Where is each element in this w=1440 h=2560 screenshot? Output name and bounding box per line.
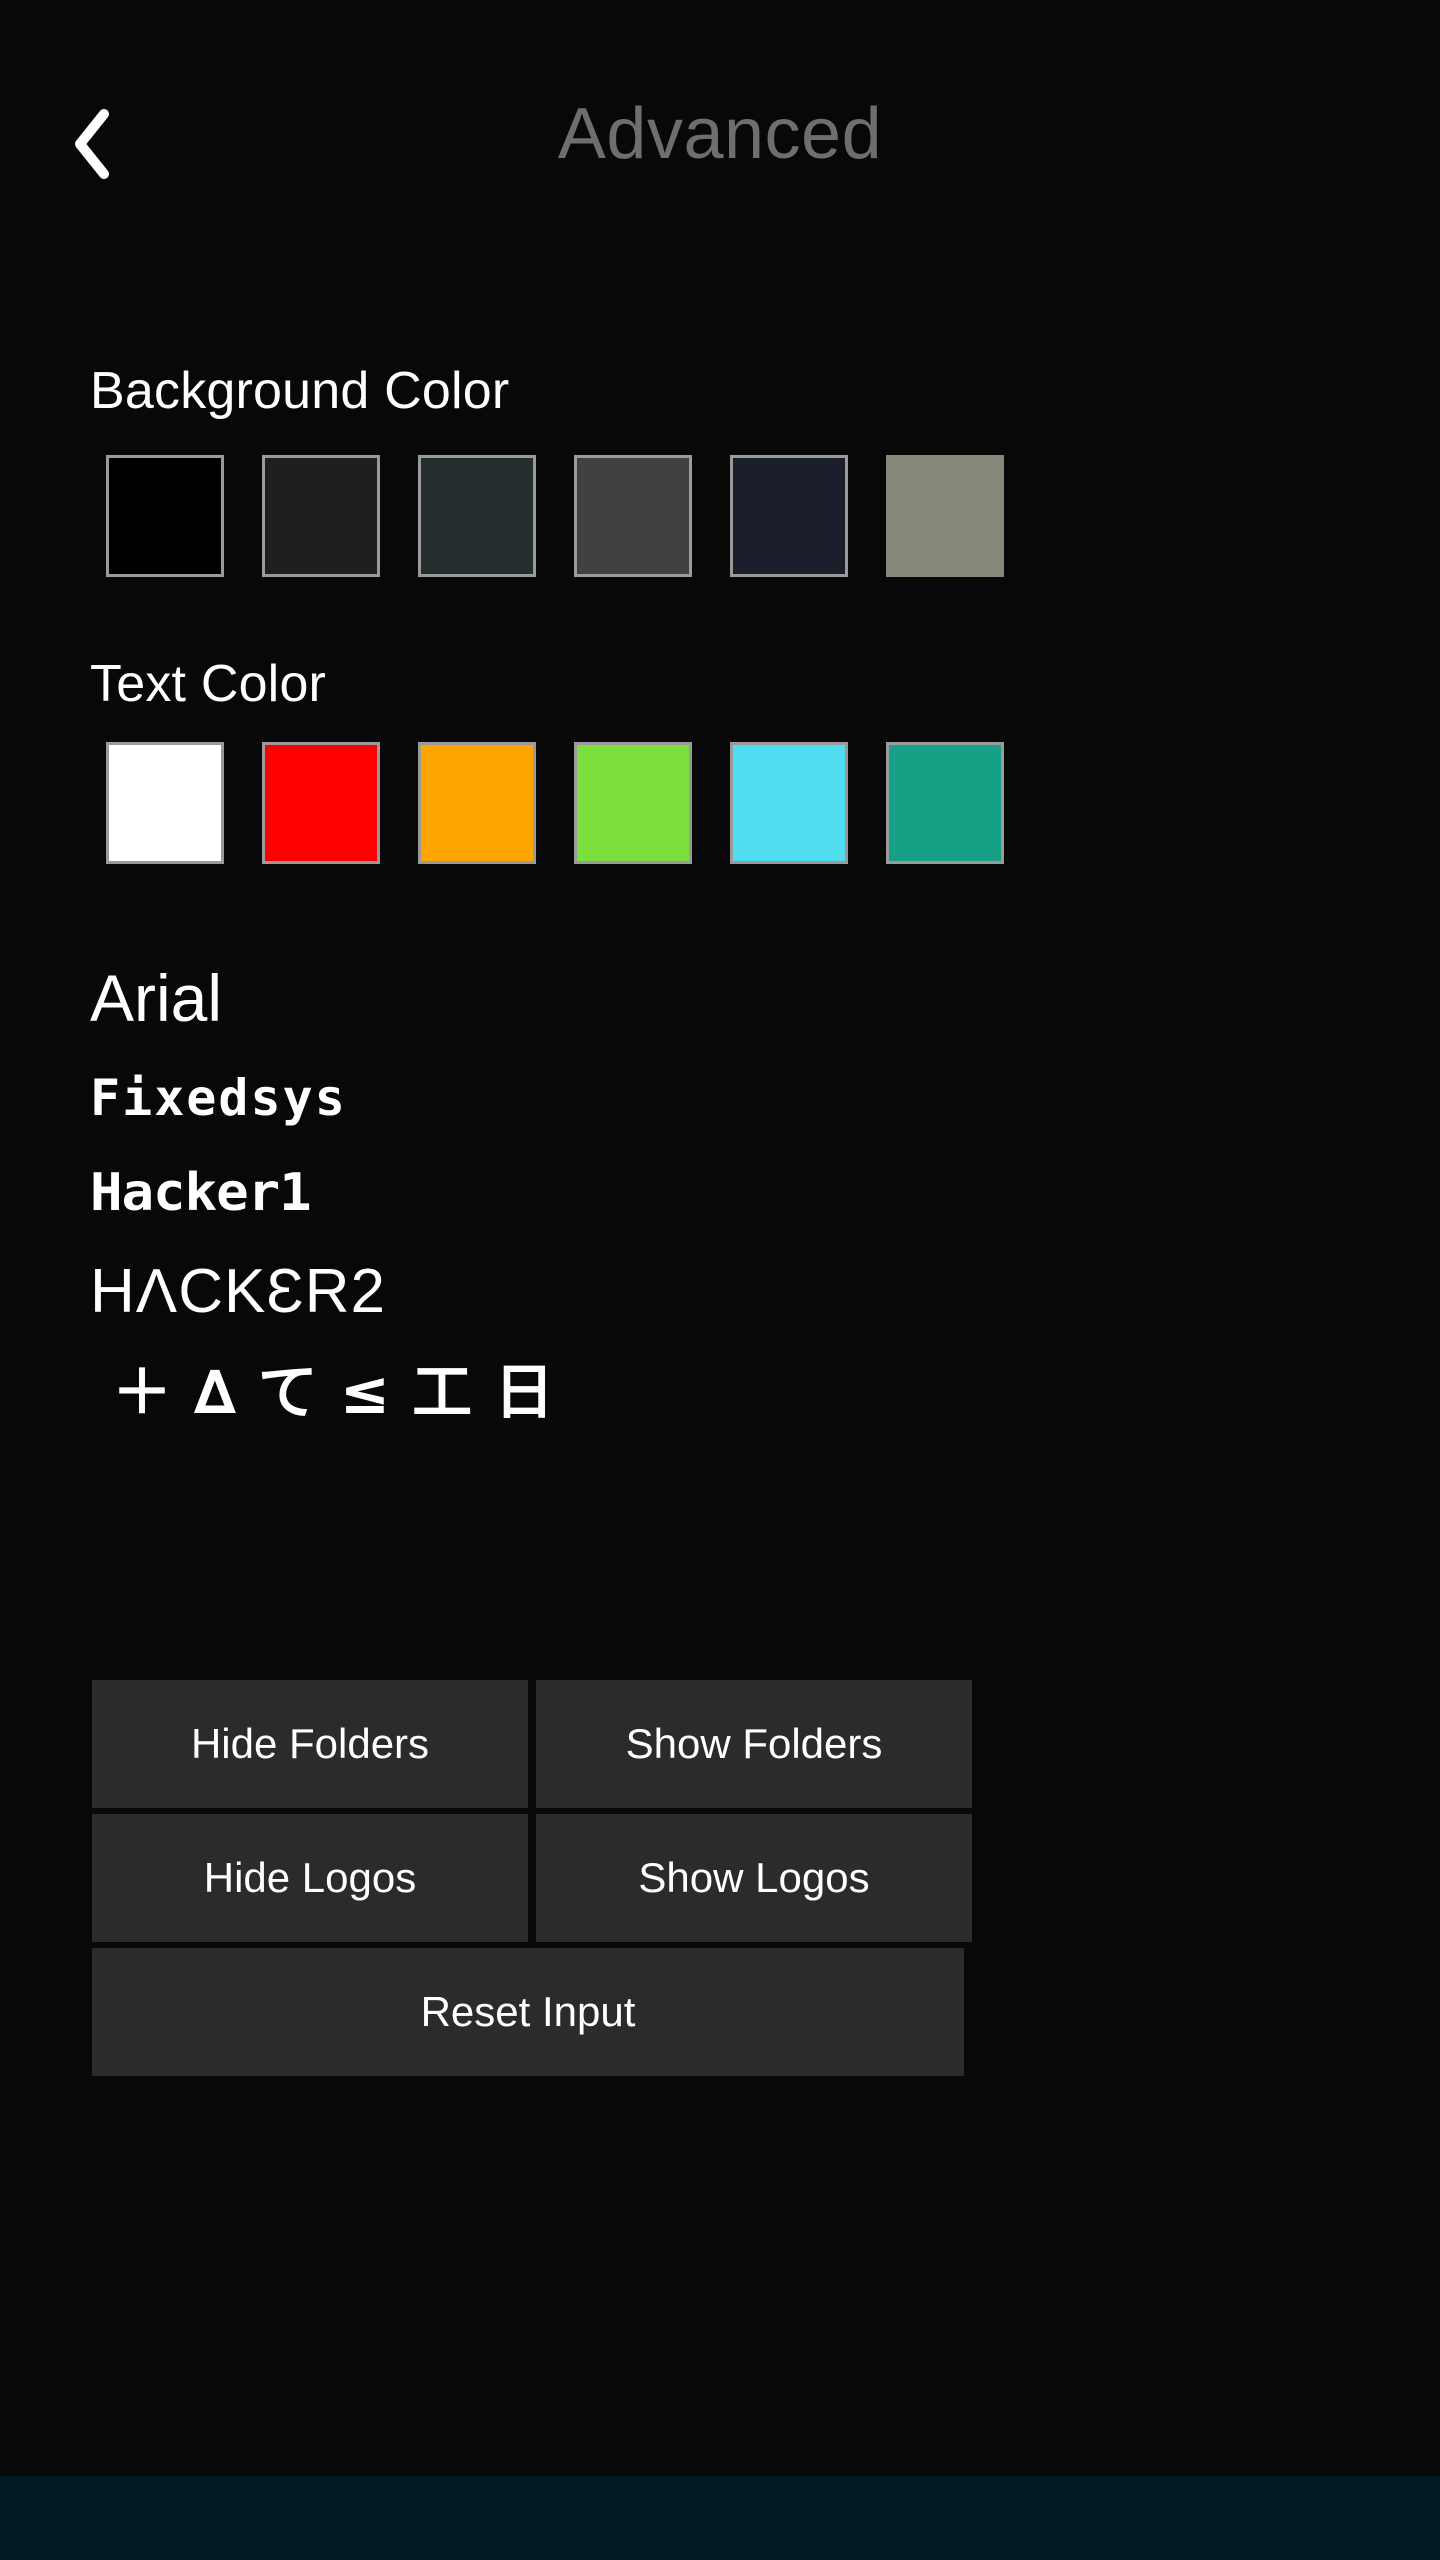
bg-swatch-dark-gray[interactable] <box>262 455 380 577</box>
show-folders-button[interactable]: Show Folders <box>536 1680 972 1808</box>
text-color-swatch-row <box>106 742 1004 864</box>
bg-swatch-black[interactable] <box>106 455 224 577</box>
font-sample-list: Arial Fixedsys Hacker1 HΛCKƐR2 ＋∆て≤工日 <box>90 965 1190 1423</box>
action-button-grid: Hide Folders Show Folders Hide Logos Sho… <box>92 1680 972 2076</box>
font-option-hacker2[interactable]: HΛCKƐR2 <box>90 1261 1190 1323</box>
bg-swatch-dark-slate[interactable] <box>418 455 536 577</box>
show-logos-button[interactable]: Show Logos <box>536 1814 972 1942</box>
font-option-fixedsys[interactable]: Fixedsys <box>90 1073 1190 1123</box>
hide-logos-button[interactable]: Hide Logos <box>92 1814 528 1942</box>
reset-input-button[interactable]: Reset Input <box>92 1948 964 2076</box>
header-bar: Advanced <box>0 0 1440 300</box>
text-swatch-teal[interactable] <box>886 742 1004 864</box>
background-color-label: Background Color <box>90 362 510 420</box>
bottom-strip <box>0 2476 1440 2560</box>
font-option-symbols[interactable]: ＋∆て≤工日 <box>90 1363 1190 1423</box>
text-swatch-cyan[interactable] <box>730 742 848 864</box>
text-swatch-green[interactable] <box>574 742 692 864</box>
page-title: Advanced <box>557 94 883 174</box>
text-color-label: Text Color <box>90 655 327 713</box>
advanced-settings-screen: Advanced Background Color Text Color Ari… <box>0 0 1440 2560</box>
bg-swatch-khaki[interactable] <box>886 455 1004 577</box>
bg-swatch-gray[interactable] <box>574 455 692 577</box>
bg-swatch-dark-navy[interactable] <box>730 455 848 577</box>
hide-folders-button[interactable]: Hide Folders <box>92 1680 528 1808</box>
font-option-arial[interactable]: Arial <box>90 965 1190 1031</box>
text-swatch-orange[interactable] <box>418 742 536 864</box>
background-color-swatch-row <box>106 455 1004 577</box>
text-swatch-white[interactable] <box>106 742 224 864</box>
font-option-hacker1[interactable]: Hacker1 <box>90 1167 1234 1219</box>
text-swatch-red[interactable] <box>262 742 380 864</box>
